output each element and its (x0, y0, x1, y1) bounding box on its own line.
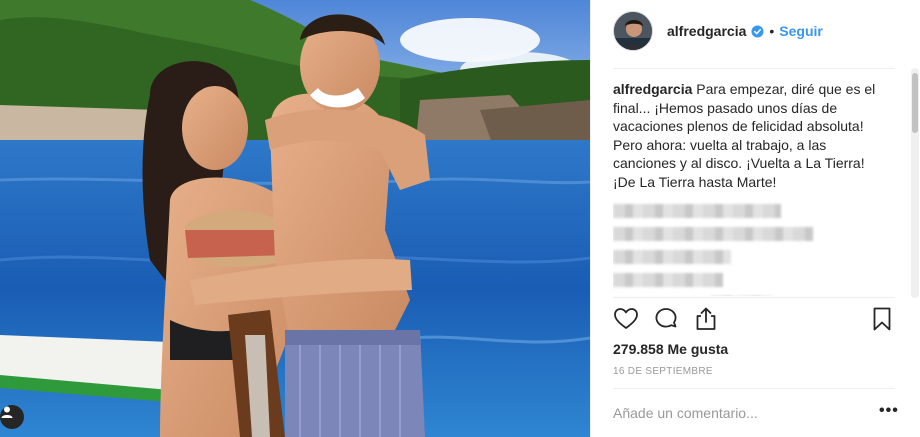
post-photo-illustration (0, 0, 590, 437)
header-divider (613, 68, 895, 69)
share-icon[interactable] (693, 306, 719, 332)
blurred-comment (613, 227, 813, 241)
post-caption: alfredgarcia Para empezar, diré que es e… (613, 80, 878, 191)
heart-icon[interactable] (613, 306, 639, 332)
avatar-image (614, 12, 652, 50)
caption-username[interactable]: alfredgarcia (613, 81, 692, 97)
person-tag-icon (1, 406, 13, 418)
bookmark-icon[interactable] (869, 306, 895, 332)
post-date[interactable]: 16 DE SEPTIEMBRE (613, 366, 713, 377)
post-photo[interactable] (0, 0, 590, 437)
post-header: alfredgarcia • Seguir (591, 0, 920, 62)
blurred-comment (613, 273, 723, 287)
caption-text: Para empezar, diré que es el final... ¡H… (613, 81, 876, 190)
actions-divider (613, 297, 895, 298)
comments-scrollbar[interactable] (911, 68, 919, 298)
separator-dot: • (769, 23, 775, 39)
comment-divider (613, 388, 895, 389)
likes-count[interactable]: 279.858 Me gusta (613, 341, 728, 357)
scrollbar-thumb[interactable] (912, 73, 918, 133)
post-side-panel: alfredgarcia • Seguir alfredgarcia Para … (590, 0, 920, 437)
comments-section[interactable]: alfredgarcia Para empezar, diré que es e… (613, 80, 878, 296)
follow-button[interactable]: Seguir (779, 23, 823, 39)
post-actions (613, 306, 895, 336)
comment-input[interactable]: Añade un comentario... (613, 405, 758, 421)
speech-bubble-icon[interactable] (653, 306, 679, 332)
more-options-button[interactable]: ••• (879, 402, 899, 420)
post-author-username[interactable]: alfredgarcia (667, 23, 746, 39)
blurred-comment (613, 204, 781, 218)
verified-badge-icon (751, 24, 764, 38)
tag-people-button[interactable] (0, 405, 24, 429)
avatar[interactable] (613, 11, 653, 51)
blurred-comment (613, 250, 731, 264)
